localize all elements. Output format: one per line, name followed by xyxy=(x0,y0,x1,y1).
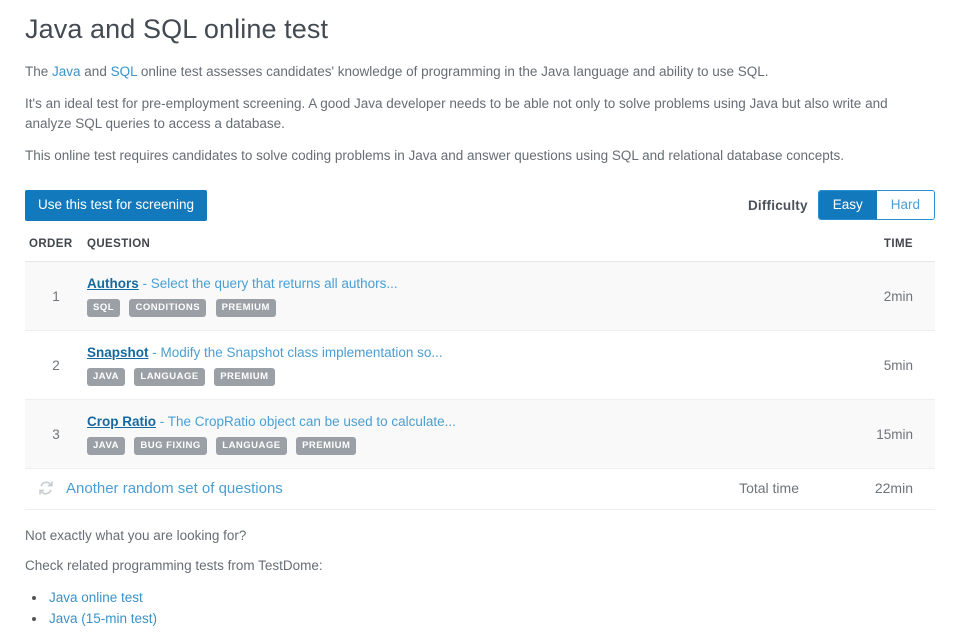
total-time-value: 22min xyxy=(874,480,913,496)
row-order: 2 xyxy=(25,330,87,400)
row-time: 2min xyxy=(825,261,935,331)
related-test-link[interactable]: Java online test xyxy=(49,590,143,605)
tag-badge: JAVA xyxy=(87,368,125,386)
intro-paragraph-1: The Java and SQL online test assesses ca… xyxy=(25,46,910,82)
difficulty-control: Difficulty Easy Hard xyxy=(748,190,935,220)
tag-badge: JAVA xyxy=(87,437,125,455)
question-line: Authors - Select the query that returns … xyxy=(87,275,825,293)
difficulty-option-easy[interactable]: Easy xyxy=(818,191,877,219)
table-row[interactable]: 3 Crop Ratio - The CropRatio object can … xyxy=(25,399,935,469)
tag-badge: PREMIUM xyxy=(214,368,275,386)
question-tags: JAVA BUG FIXING LANGUAGE PREMIUM xyxy=(87,437,825,455)
question-line: Crop Ratio - The CropRatio object can be… xyxy=(87,413,825,431)
tag-badge: BUG FIXING xyxy=(134,437,207,455)
question-description: Modify the Snapshot class implementation… xyxy=(160,345,443,360)
tag-badge: PREMIUM xyxy=(296,437,357,455)
questions-table-footer: Another random set of questions Total ti… xyxy=(25,469,935,510)
tag-badge: CONDITIONS xyxy=(129,299,207,317)
another-random-set-label: Another random set of questions xyxy=(66,479,283,497)
question-name-link[interactable]: Authors xyxy=(87,276,139,291)
list-item: Java online test xyxy=(47,587,935,608)
intro-text-b: and xyxy=(80,64,111,79)
use-test-for-screening-button[interactable]: Use this test for screening xyxy=(25,190,208,221)
question-line: Snapshot - Modify the Snapshot class imp… xyxy=(87,344,825,362)
question-tags: SQL CONDITIONS PREMIUM xyxy=(87,299,825,317)
refresh-icon xyxy=(37,479,55,497)
difficulty-option-hard[interactable]: Hard xyxy=(876,191,934,219)
row-question-cell: Snapshot - Modify the Snapshot class imp… xyxy=(87,330,825,400)
action-bar: Use this test for screening Difficulty E… xyxy=(25,190,935,221)
question-description: The CropRatio object can be used to calc… xyxy=(167,414,456,429)
questions-table-header-row: ORDER QUESTION TIME xyxy=(25,238,935,262)
questions-table: ORDER QUESTION TIME 1 Authors - Select t… xyxy=(25,238,935,469)
question-name-link[interactable]: Crop Ratio xyxy=(87,414,156,429)
column-header-question: QUESTION xyxy=(87,238,825,262)
questions-table-body: 1 Authors - Select the query that return… xyxy=(25,261,935,469)
tag-badge: PREMIUM xyxy=(215,299,276,317)
difficulty-segmented-control: Easy Hard xyxy=(817,190,935,220)
question-description: Select the query that returns all author… xyxy=(150,276,398,291)
question-name-link[interactable]: Snapshot xyxy=(87,345,149,360)
column-header-order: ORDER xyxy=(25,238,87,262)
intro-paragraph-2: It's an ideal test for pre-employment sc… xyxy=(25,96,888,131)
row-time: 5min xyxy=(825,330,935,400)
total-time-label: Total time xyxy=(739,480,799,496)
related-test-link[interactable]: Java (15-min test) xyxy=(49,611,157,626)
row-question-cell: Authors - Select the query that returns … xyxy=(87,261,825,331)
related-tests-list: Java online test Java (15-min test) Java… xyxy=(25,587,935,632)
related-tests-section: Not exactly what you are looking for? Ch… xyxy=(25,510,935,632)
tag-badge: LANGUAGE xyxy=(134,368,205,386)
sql-link[interactable]: SQL xyxy=(111,64,138,79)
java-link[interactable]: Java xyxy=(52,64,81,79)
question-tags: JAVA LANGUAGE PREMIUM xyxy=(87,368,825,386)
column-header-time: TIME xyxy=(825,238,935,262)
list-item: Java (15-min test) xyxy=(47,608,935,629)
intro-paragraph-3: This online test requires candidates to … xyxy=(25,148,844,163)
related-tests-intro: Check related programming tests from Tes… xyxy=(25,558,323,573)
intro-text-c: online test assesses candidates' knowled… xyxy=(137,64,769,79)
question-separator: - xyxy=(156,414,168,429)
tag-badge: SQL xyxy=(87,299,121,317)
questions-table-head: ORDER QUESTION TIME xyxy=(25,238,935,262)
test-detail-page: Java and SQL online test The Java and SQ… xyxy=(0,0,960,632)
question-separator: - xyxy=(148,345,161,360)
not-looking-for-text: Not exactly what you are looking for? xyxy=(25,528,247,543)
total-time-group: Total time 22min xyxy=(739,480,935,496)
table-row[interactable]: 1 Authors - Select the query that return… xyxy=(25,261,935,331)
row-order: 3 xyxy=(25,399,87,469)
intro-text-a: The xyxy=(25,64,53,79)
table-row[interactable]: 2 Snapshot - Modify the Snapshot class i… xyxy=(25,330,935,400)
difficulty-label: Difficulty xyxy=(747,197,808,213)
row-order: 1 xyxy=(25,261,87,331)
page-title: Java and SQL online test xyxy=(25,14,329,44)
row-question-cell: Crop Ratio - The CropRatio object can be… xyxy=(87,399,825,469)
tag-badge: LANGUAGE xyxy=(216,437,287,455)
question-separator: - xyxy=(138,276,151,291)
row-time: 15min xyxy=(825,399,935,469)
another-random-set-button[interactable]: Another random set of questions xyxy=(25,479,283,497)
